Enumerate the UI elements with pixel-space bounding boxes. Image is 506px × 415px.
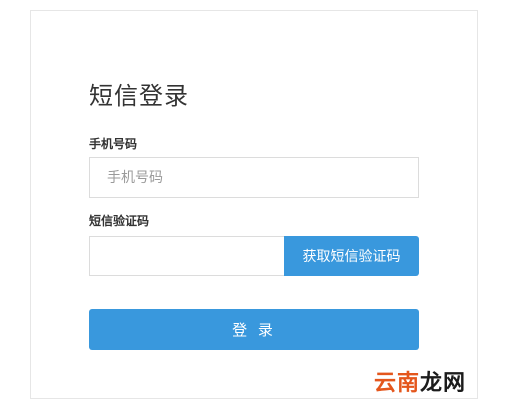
login-page: 短信登录 手机号码 短信验证码 获取短信验证码 登 录 云南龙网 (0, 0, 506, 415)
page-title: 短信登录 (89, 82, 189, 110)
get-sms-code-button[interactable]: 获取短信验证码 (284, 236, 419, 276)
watermark-part-2: 龙网 (420, 371, 467, 396)
watermark-part-1: 云南 (374, 371, 421, 396)
phone-input[interactable] (89, 157, 419, 198)
watermark-logo: 云南龙网 (374, 370, 466, 398)
login-button[interactable]: 登 录 (89, 309, 419, 350)
phone-label: 手机号码 (89, 137, 138, 151)
sms-code-input[interactable] (89, 236, 285, 276)
sms-code-label: 短信验证码 (89, 214, 150, 228)
